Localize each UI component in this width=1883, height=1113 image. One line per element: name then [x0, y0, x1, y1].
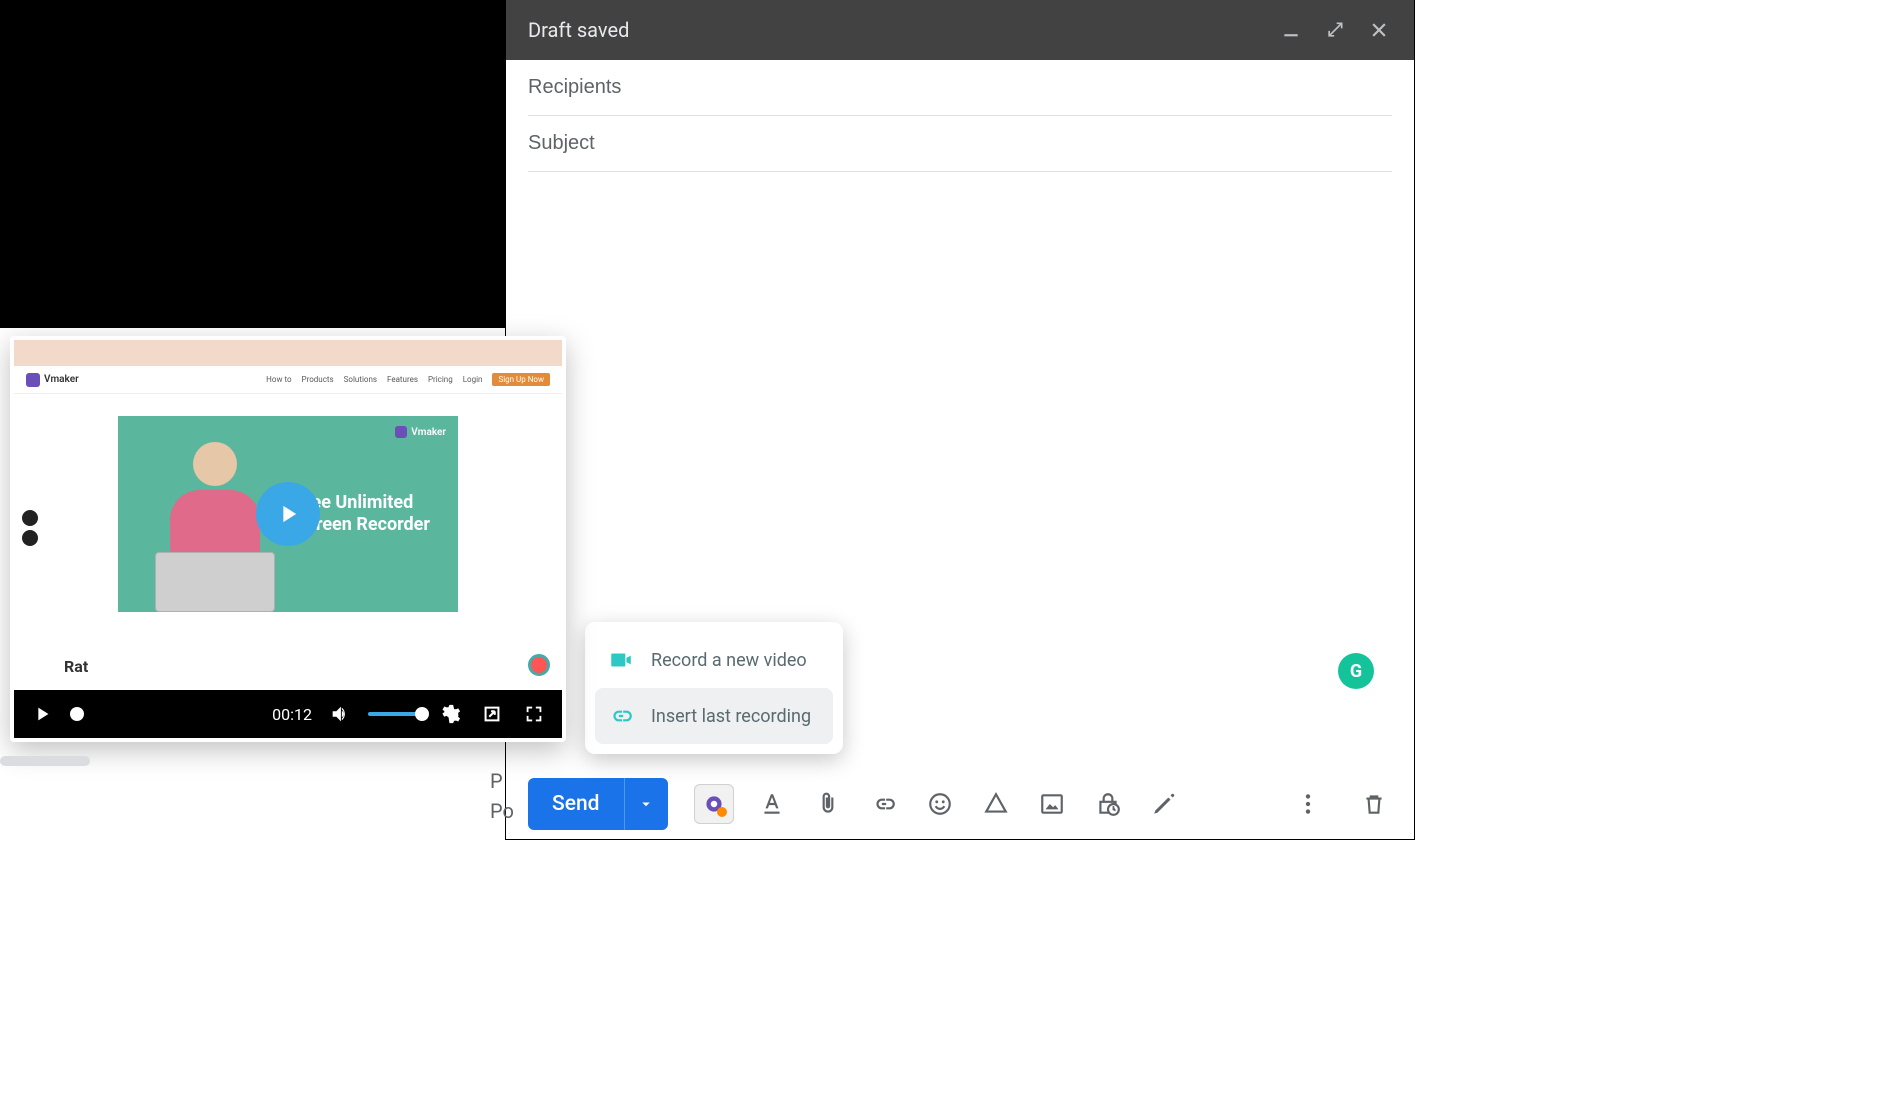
recipients-input[interactable]: [528, 60, 1392, 116]
expand-icon: [1325, 20, 1345, 40]
close-button[interactable]: [1366, 17, 1392, 43]
hero-brand: Vmaker: [395, 426, 446, 438]
truncated-background-text: P Po: [490, 766, 514, 826]
signature-button[interactable]: [1146, 786, 1182, 822]
rat-text: Rat: [64, 657, 88, 676]
image-icon: [1039, 791, 1065, 817]
vmaker-popup: Record a new video Insert last recording: [585, 622, 843, 754]
confidential-button[interactable]: [1090, 786, 1126, 822]
insert-link-button[interactable]: [866, 786, 902, 822]
drive-icon: [983, 791, 1009, 817]
trash-icon: [1361, 791, 1387, 817]
video-preview-card: Vmaker How to Products Solutions Feature…: [10, 336, 566, 742]
formatting-button[interactable]: [754, 786, 790, 822]
nav-pricing: Pricing: [428, 375, 453, 384]
play-icon: [31, 703, 53, 725]
vmaker-badge-dot: [717, 807, 727, 817]
record-new-video-item[interactable]: Record a new video: [595, 632, 833, 688]
pip-button[interactable]: [478, 700, 506, 728]
site-nav: Vmaker How to Products Solutions Feature…: [14, 366, 562, 394]
nav-signup: Sign Up Now: [492, 373, 550, 386]
video-content: Vmaker How to Products Solutions Feature…: [14, 366, 562, 690]
link-icon: [607, 702, 635, 730]
compose-toolbar: Send: [506, 769, 1414, 839]
compose-header: Draft saved: [506, 0, 1414, 60]
subject-input[interactable]: [528, 116, 1392, 172]
play-icon: [274, 500, 302, 528]
volume-button[interactable]: [326, 700, 354, 728]
settings-button[interactable]: [436, 700, 464, 728]
send-options-button[interactable]: [624, 778, 668, 830]
video-player-controls: 00:12: [14, 690, 562, 738]
nav-solutions: Solutions: [344, 375, 377, 384]
gear-icon: [439, 703, 461, 725]
vmaker-extension-button[interactable]: [694, 784, 734, 824]
nav-howto: How to: [266, 375, 291, 384]
minimize-icon: [1281, 20, 1301, 40]
discard-button[interactable]: [1356, 786, 1392, 822]
nav-login: Login: [463, 375, 483, 384]
emoji-icon: [927, 791, 953, 817]
play-button[interactable]: [28, 700, 56, 728]
close-icon: [1369, 20, 1389, 40]
minimize-button[interactable]: [1278, 17, 1304, 43]
popup-item-label: Insert last recording: [651, 706, 811, 727]
nav-products: Products: [302, 375, 334, 384]
fullscreen-icon: [523, 703, 545, 725]
compose-title: Draft saved: [528, 18, 1260, 42]
text-format-icon: [759, 791, 785, 817]
send-button[interactable]: Send: [528, 778, 668, 830]
volume-slider[interactable]: [368, 712, 422, 716]
scrollbar-stub[interactable]: [0, 756, 90, 766]
play-overlay[interactable]: [256, 482, 320, 546]
fullscreen-button[interactable]: [1322, 17, 1348, 43]
drive-button[interactable]: [978, 786, 1014, 822]
volume-icon: [329, 703, 351, 725]
time-display: 00:12: [272, 705, 312, 724]
video-camera-icon: [607, 646, 635, 674]
brand: Vmaker: [26, 373, 79, 387]
nav-features: Features: [387, 375, 418, 384]
external-icon: [481, 703, 503, 725]
more-options-button[interactable]: [1290, 786, 1326, 822]
hero-card: Vmaker Free Unlimited Screen Recorder: [118, 416, 458, 612]
send-label: Send: [528, 792, 624, 816]
link-icon: [871, 791, 897, 817]
pen-icon: [1151, 791, 1177, 817]
popup-item-label: Record a new video: [651, 650, 807, 671]
insert-image-button[interactable]: [1034, 786, 1070, 822]
chevron-down-icon: [637, 795, 655, 813]
notification-bubble: [528, 654, 550, 676]
background-panel: [0, 0, 505, 328]
browser-tab-strip: [14, 340, 562, 366]
attach-button[interactable]: [810, 786, 846, 822]
lock-clock-icon: [1095, 791, 1121, 817]
emoji-button[interactable]: [922, 786, 958, 822]
fullscreen-button[interactable]: [520, 700, 548, 728]
more-vertical-icon: [1295, 791, 1321, 817]
grammarly-badge[interactable]: G: [1338, 653, 1374, 689]
paperclip-icon: [815, 791, 841, 817]
side-widgets: [22, 510, 38, 546]
progress-thumb[interactable]: [70, 707, 84, 721]
insert-last-recording-item[interactable]: Insert last recording: [595, 688, 833, 744]
